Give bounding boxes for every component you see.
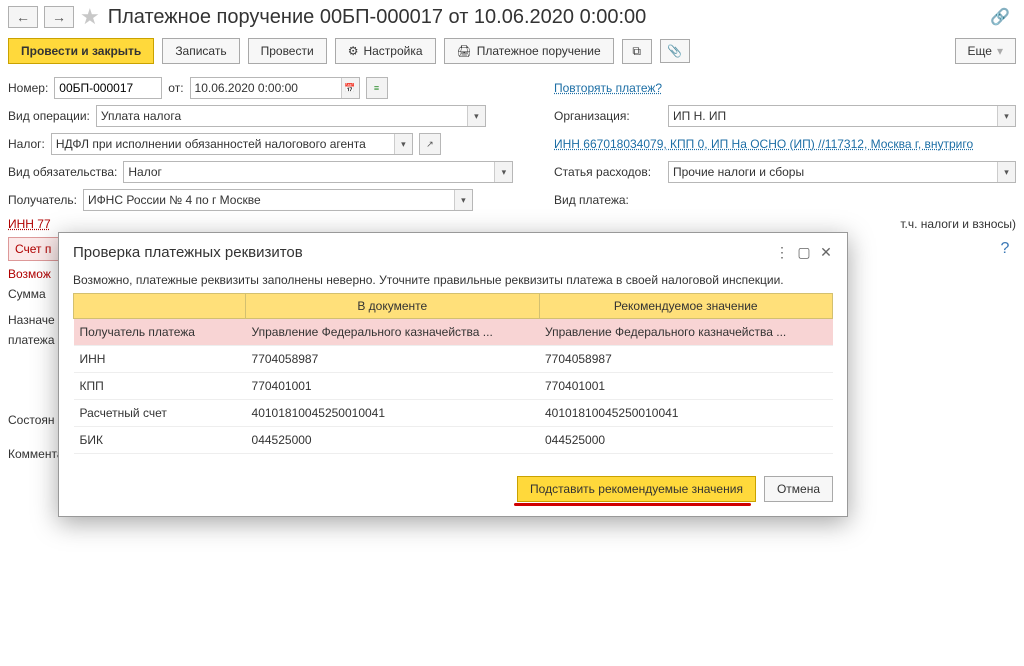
number-label: Номер:	[8, 81, 48, 95]
row-doc-value: 770401001	[246, 373, 539, 400]
document-title: Платежное поручение 00БП-000017 от 10.06…	[108, 6, 984, 29]
permalink-icon[interactable]: 🔗	[990, 7, 1010, 27]
row-name: Расчетный счет	[74, 400, 246, 427]
row-name: БИК	[74, 427, 246, 454]
organization-select[interactable]: ИП Н. ИП ▾	[668, 105, 1016, 127]
expense-item-label: Статья расходов:	[554, 165, 662, 179]
tax-value: НДФЛ при исполнении обязанностей налогов…	[52, 134, 394, 154]
recipient-value: ИФНС России № 4 по г Москве	[84, 190, 454, 210]
dialog-title: Проверка платежных реквизитов	[73, 244, 771, 261]
purpose2-partial-label: платежа	[8, 333, 55, 347]
paperclip-icon: 📎	[667, 44, 682, 58]
chevron-down-icon[interactable]: ▾	[467, 106, 485, 126]
row-doc-value: 40101810045250010041	[246, 400, 539, 427]
row-name: Получатель платежа	[74, 319, 246, 346]
obligation-type-select[interactable]: Налог ▾	[123, 161, 513, 183]
table-row[interactable]: КПП770401001770401001	[74, 373, 833, 400]
row-rec-value: 40101810045250010041	[539, 400, 833, 427]
tax-label: Налог:	[8, 137, 45, 151]
dialog-menu-button[interactable]: ⋮	[771, 241, 793, 263]
nav-forward-button[interactable]: →	[44, 6, 74, 28]
row-name: ИНН	[74, 346, 246, 373]
purpose-partial-label: Назначе	[8, 313, 55, 327]
operation-type-select[interactable]: Уплата налога ▾	[96, 105, 486, 127]
print-button[interactable]: 🖨 Платежное поручение	[444, 38, 614, 64]
table-row[interactable]: Расчетный счет40101810045250010041401018…	[74, 400, 833, 427]
possible-partial-text: Возмож	[8, 267, 51, 281]
date-value: 10.06.2020 0:00:00	[191, 78, 341, 98]
row-doc-value: 044525000	[246, 427, 539, 454]
print-button-label: Платежное поручение	[477, 44, 601, 58]
favorite-star-icon[interactable]: ★	[80, 4, 100, 30]
chevron-down-icon[interactable]: ▾	[997, 106, 1015, 126]
related-docs-button[interactable]: ⧉	[622, 39, 652, 64]
date-input[interactable]: 10.06.2020 0:00:00 📅	[190, 77, 360, 99]
tax-open-button[interactable]: ↗	[419, 133, 441, 155]
date-mode-button[interactable]: ≡	[366, 77, 388, 99]
obligation-type-label: Вид обязательства:	[8, 165, 117, 179]
recipient-label: Получатель:	[8, 193, 77, 207]
chevron-down-icon[interactable]: ▾	[394, 134, 412, 154]
organization-details-link[interactable]: ИНН 667018034079, КПП 0, ИП На ОСНО (ИП)…	[554, 137, 973, 151]
row-rec-value: 7704058987	[539, 346, 833, 373]
organization-label: Организация:	[554, 109, 662, 123]
table-header-blank	[74, 294, 246, 319]
check-requisites-dialog: Проверка платежных реквизитов ⋮ ▢ ✕ Возм…	[58, 232, 848, 517]
row-doc-value: 7704058987	[246, 346, 539, 373]
tax-inclusive-text: т.ч. налоги и взносы)	[900, 217, 1016, 231]
account-partial-label: Счет п	[8, 237, 60, 261]
row-rec-value: 044525000	[539, 427, 833, 454]
settings-button[interactable]: ⚙ Настройка	[335, 38, 436, 64]
calendar-icon[interactable]: 📅	[341, 78, 359, 98]
chevron-down-icon[interactable]: ▾	[997, 162, 1015, 182]
cancel-button[interactable]: Отмена	[764, 476, 833, 502]
attach-button[interactable]: 📎	[660, 39, 690, 63]
structure-icon: ⧉	[632, 44, 641, 59]
post-and-close-button[interactable]: Провести и закрыть	[8, 38, 154, 64]
row-name: КПП	[74, 373, 246, 400]
table-row[interactable]: ИНН77040589877704058987	[74, 346, 833, 373]
row-doc-value: Управление Федерального казначейства ...	[246, 319, 539, 346]
row-rec-value: Управление Федерального казначейства ...	[539, 319, 833, 346]
table-header-rec: Рекомендуемое значение	[539, 294, 833, 319]
operation-type-label: Вид операции:	[8, 109, 90, 123]
from-label: от:	[168, 81, 183, 95]
table-header-doc: В документе	[246, 294, 539, 319]
tax-select[interactable]: НДФЛ при исполнении обязанностей налогов…	[51, 133, 413, 155]
help-icon[interactable]: ?	[994, 238, 1016, 260]
apply-recommended-button[interactable]: Подставить рекомендуемые значения	[517, 476, 756, 502]
more-button[interactable]: Еще ▾	[955, 38, 1016, 64]
highlight-underline	[514, 503, 751, 506]
chevron-down-icon[interactable]: ▾	[454, 190, 472, 210]
repeat-payment-link[interactable]: Повторять платеж?	[554, 81, 662, 95]
inn-partial-link[interactable]: ИНН 77	[8, 217, 51, 231]
organization-value: ИП Н. ИП	[669, 106, 997, 126]
row-rec-value: 770401001	[539, 373, 833, 400]
table-row[interactable]: БИК044525000044525000	[74, 427, 833, 454]
dialog-maximize-button[interactable]: ▢	[793, 241, 815, 263]
state-partial-label: Состоян	[8, 413, 55, 427]
settings-button-label: Настройка	[363, 44, 422, 58]
number-input[interactable]	[54, 77, 162, 99]
nav-back-button[interactable]: ←	[8, 6, 38, 28]
expense-item-select[interactable]: Прочие налоги и сборы ▾	[668, 161, 1016, 183]
printer-icon: 🖨	[457, 44, 472, 58]
table-row[interactable]: Получатель платежаУправление Федеральног…	[74, 319, 833, 346]
gear-icon: ⚙	[348, 44, 359, 58]
save-button[interactable]: Записать	[162, 38, 239, 64]
obligation-type-value: Налог	[124, 162, 494, 182]
dialog-close-button[interactable]: ✕	[815, 241, 837, 263]
requisites-table: В документе Рекомендуемое значение Получ…	[73, 293, 833, 454]
chevron-down-icon: ▾	[997, 44, 1003, 58]
more-button-label: Еще	[968, 44, 992, 58]
chevron-down-icon[interactable]: ▾	[494, 162, 512, 182]
post-button[interactable]: Провести	[248, 38, 327, 64]
recipient-select[interactable]: ИФНС России № 4 по г Москве ▾	[83, 189, 473, 211]
dialog-message: Возможно, платежные реквизиты заполнены …	[73, 273, 833, 287]
expense-item-value: Прочие налоги и сборы	[669, 162, 997, 182]
operation-type-value: Уплата налога	[97, 106, 467, 126]
sum-partial-label: Сумма	[8, 287, 46, 301]
payment-type-label: Вид платежа:	[554, 193, 662, 207]
